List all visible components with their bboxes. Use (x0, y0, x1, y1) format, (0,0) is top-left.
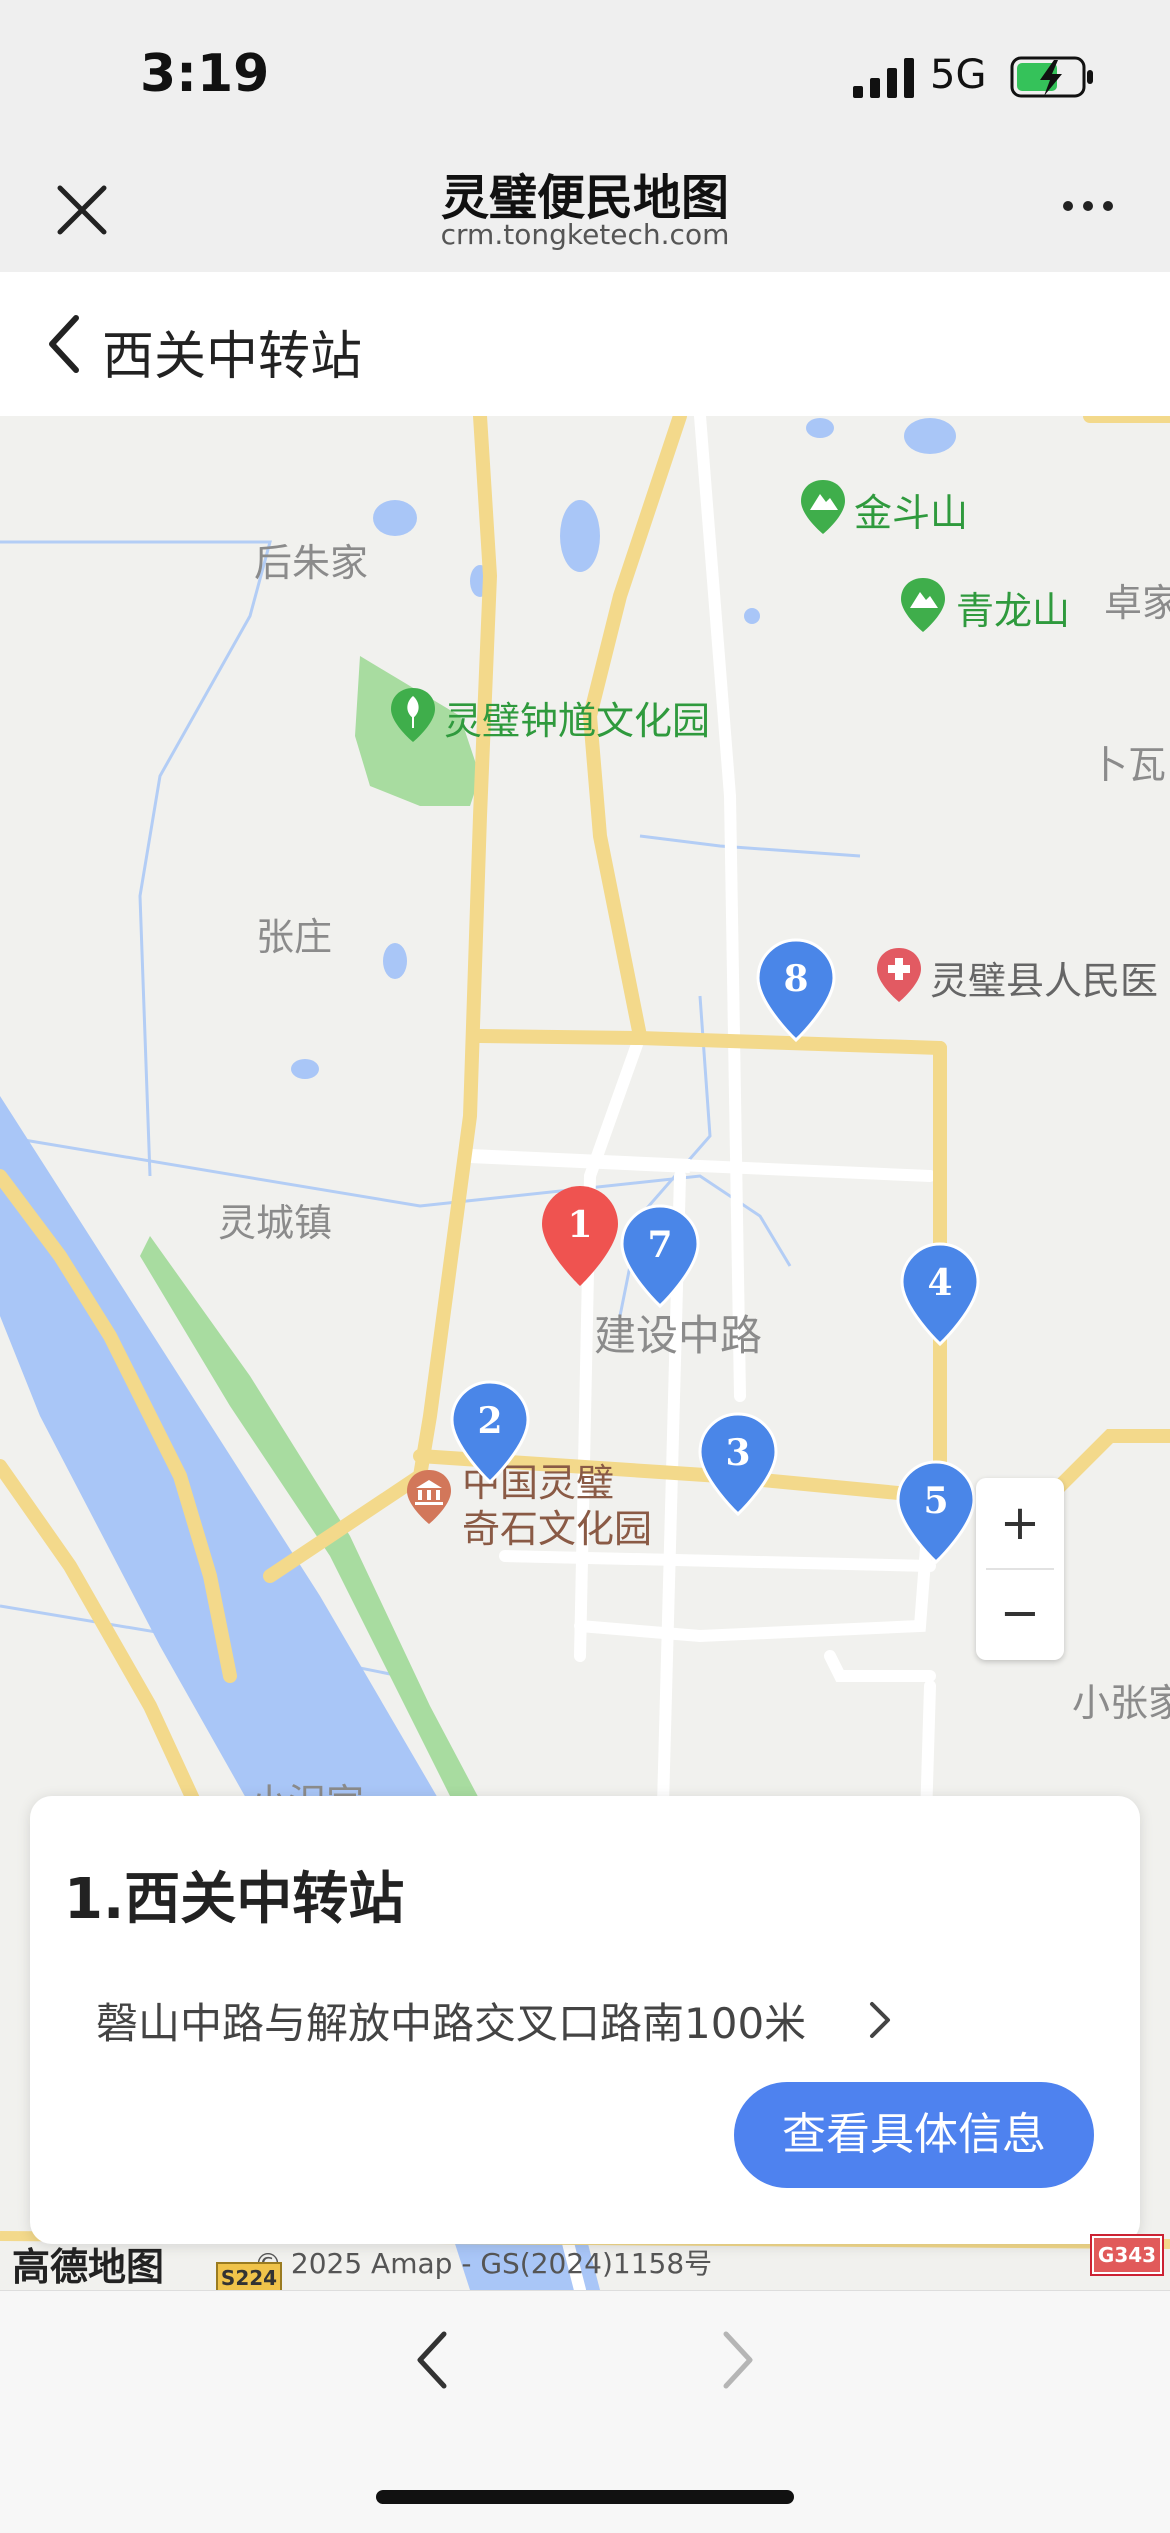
chevron-right-icon[interactable] (868, 2000, 892, 2040)
header-url: crm.tongketech.com (440, 218, 730, 251)
map-marker-3[interactable]: 3 (698, 1412, 778, 1516)
park-poi-icon (391, 688, 435, 742)
home-indicator (376, 2490, 794, 2504)
view-details-button[interactable]: 查看具体信息 (734, 2082, 1094, 2188)
hospital-poi-icon (877, 948, 921, 1002)
place-label: 小张家 (1072, 1681, 1170, 1725)
map-marker-5[interactable]: 5 (896, 1460, 976, 1564)
network-type: 5G (930, 52, 987, 98)
map-marker-4[interactable]: 4 (900, 1242, 980, 1346)
zoom-in-button[interactable]: + (976, 1478, 1064, 1568)
poi-label-qinglongshan: 青龙山 (956, 589, 1071, 633)
place-label: 后朱家 (254, 541, 369, 585)
poi-label-zhongkui-park: 灵璧钟馗文化园 (444, 699, 711, 743)
place-label: 灵城镇 (218, 1201, 333, 1245)
more-icon[interactable] (1060, 196, 1116, 216)
mountain-poi-icon (801, 480, 845, 534)
map-marker-8[interactable]: 8 (756, 938, 836, 1042)
page-title: 西关中转站 (102, 327, 363, 387)
poi-label-hospital: 灵璧县人民医 (930, 959, 1159, 1003)
place-label: 建设中路 (594, 1311, 763, 1360)
browser-forward-icon[interactable] (720, 2328, 756, 2392)
zoom-out-button[interactable]: − (976, 1570, 1064, 1660)
station-title: 1.西关中转站 (64, 1867, 405, 1932)
marker-number: 4 (927, 1262, 953, 1304)
signal-icon (853, 58, 914, 98)
map-marker-7[interactable]: 7 (620, 1204, 700, 1308)
marker-number: 2 (477, 1400, 503, 1442)
marker-number: 3 (725, 1432, 751, 1474)
map-copyright: © 2025 Amap - GS(2024)1158号 (254, 2247, 713, 2280)
place-label: 卓家 (1104, 581, 1170, 625)
browser-back-icon[interactable] (414, 2328, 450, 2392)
marker-number: 8 (783, 958, 809, 1000)
amap-logo: 高德地图 (12, 2245, 165, 2289)
map-marker-1-selected[interactable]: 1 (540, 1184, 620, 1288)
marker-number: 7 (647, 1224, 673, 1266)
back-chevron-icon[interactable] (44, 312, 84, 376)
marker-number: 5 (923, 1480, 949, 1522)
marker-number: 1 (567, 1204, 593, 1246)
status-time: 3:19 (140, 44, 270, 104)
place-label: 卜瓦 (1090, 743, 1167, 787)
map-marker-2[interactable]: 2 (450, 1380, 530, 1484)
mountain-poi-icon (901, 578, 945, 632)
battery-charging-icon (1010, 56, 1093, 98)
poi-label-qishi-line2: 奇石文化园 (462, 1507, 653, 1551)
road-badge: G343 (1090, 2234, 1164, 2276)
station-address-link[interactable]: 磬山中路与解放中路交叉口路南100米 (96, 1990, 806, 2051)
museum-poi-icon (407, 1470, 451, 1524)
place-label: 张庄 (256, 915, 333, 959)
poi-label-jindoushan: 金斗山 (854, 491, 969, 535)
